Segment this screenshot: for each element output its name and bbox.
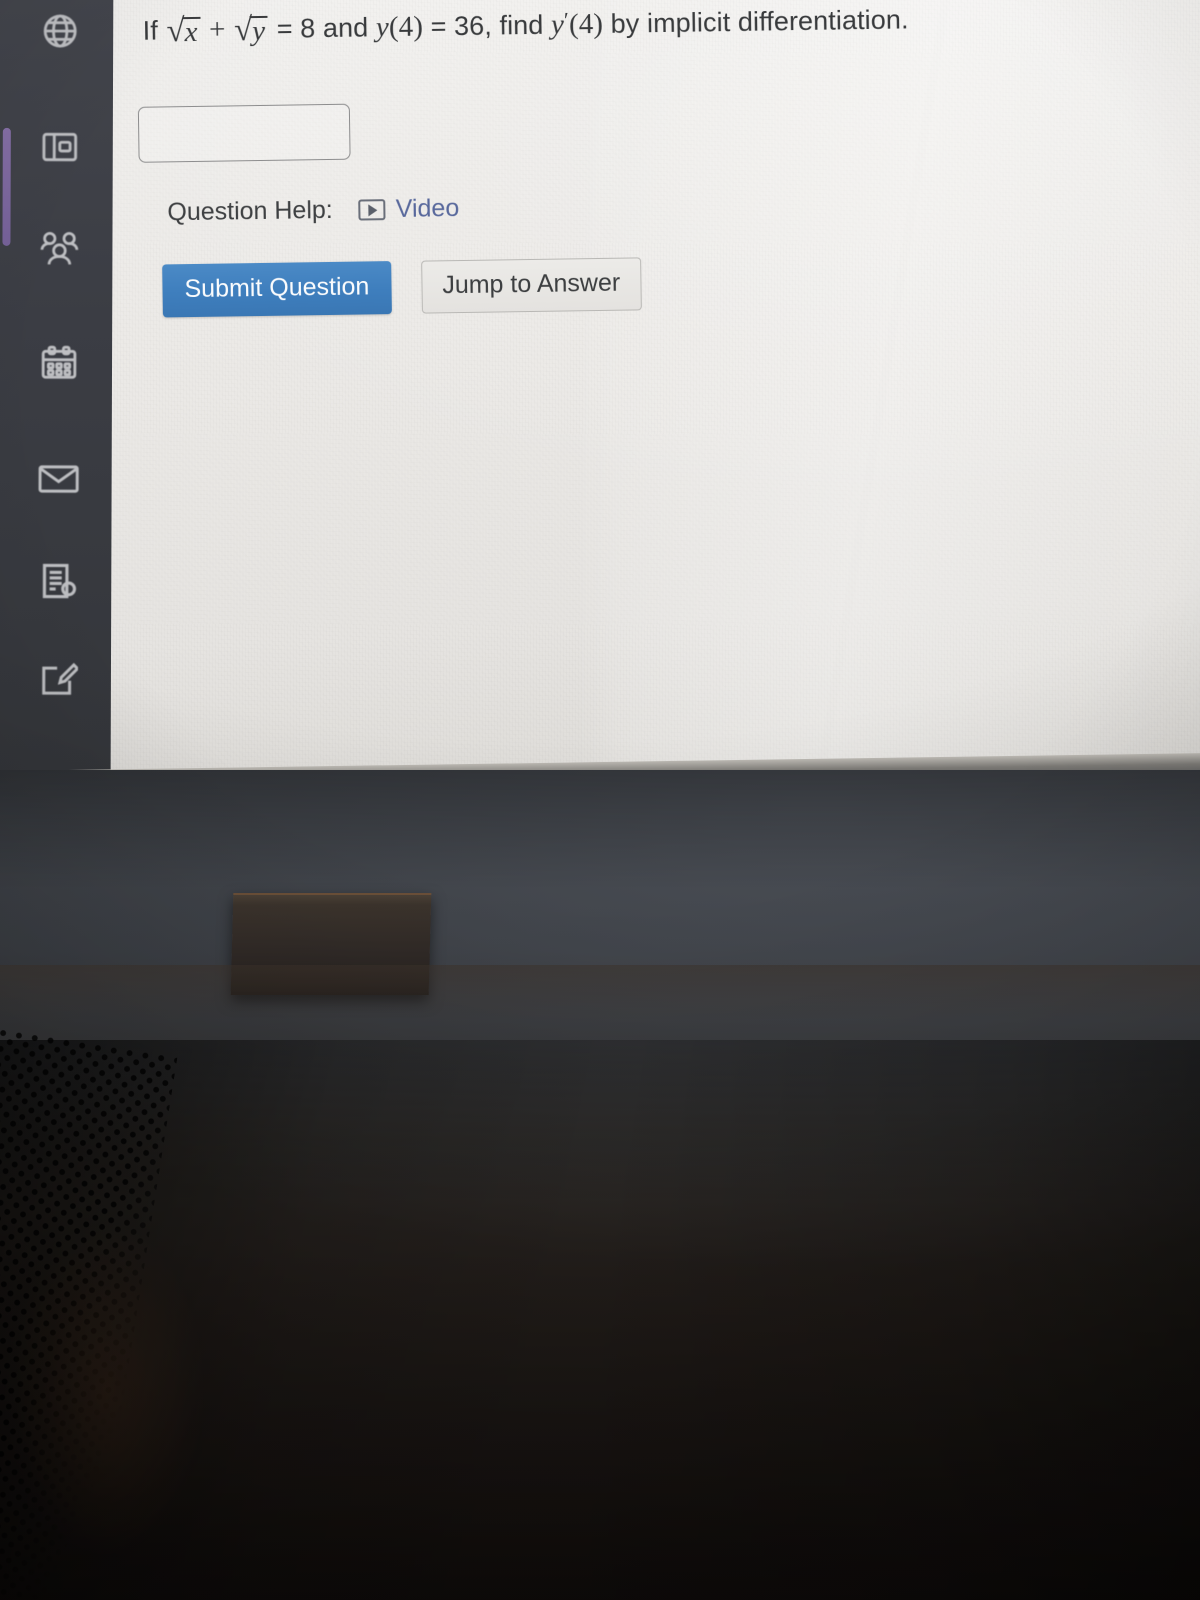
- equation-part-1: = 8 and: [276, 12, 369, 44]
- sidebar-item-mail[interactable]: [30, 450, 88, 508]
- answer-input[interactable]: [137, 103, 351, 163]
- radical-bar-2: [249, 15, 268, 18]
- sqrt-x: √ x: [166, 13, 201, 51]
- jump-to-answer-button[interactable]: Jump to Answer: [420, 257, 642, 314]
- question-prefix: If: [142, 15, 159, 46]
- question-suffix: by implicit differentiation.: [610, 4, 909, 39]
- sidebar-item-people[interactable]: [30, 220, 88, 278]
- sqrt-y: √ y: [233, 12, 269, 50]
- video-link-label: Video: [395, 194, 460, 223]
- radical-bar-1: [182, 16, 201, 19]
- radical-sign-2: √: [233, 12, 253, 49]
- calendar-icon: [39, 345, 79, 381]
- submit-question-button[interactable]: Submit Question: [162, 261, 392, 318]
- play-video-icon: [358, 199, 386, 221]
- sidebar-item-compose[interactable]: [29, 650, 87, 708]
- document-icon: [39, 562, 77, 600]
- sidebar-item-calendar[interactable]: [30, 334, 88, 392]
- sidebar-item-notes[interactable]: [29, 552, 87, 610]
- laptop-screen: If √ x + √ y = 8 and y(4) = 36, find y′(…: [0, 0, 1200, 800]
- photo-of-laptop: If √ x + √ y = 8 and y(4) = 36, find y′(…: [0, 0, 1200, 1600]
- question-help-row: Question Help: Video: [167, 194, 459, 227]
- action-button-row: Submit Question Jump to Answer: [162, 257, 642, 318]
- function-y: y: [375, 11, 390, 44]
- question-help-label: Question Help:: [167, 195, 333, 227]
- argument-4a: (4): [388, 10, 424, 44]
- sidebar-item-globe[interactable]: [31, 2, 89, 60]
- function-y-prime: y: [550, 8, 565, 41]
- compose-icon: [38, 661, 78, 697]
- plus-sign: +: [208, 13, 226, 46]
- sidebar-item-dashboard[interactable]: [31, 118, 89, 176]
- sidebar-active-indicator: [2, 127, 11, 246]
- app-sidebar: [0, 0, 114, 800]
- video-help-link[interactable]: Video: [358, 194, 460, 224]
- equation-part-2: = 36, find: [430, 9, 544, 42]
- group-icon: [38, 230, 80, 268]
- laptop-hinge-riser: [230, 893, 432, 995]
- dashboard-icon: [41, 130, 79, 164]
- radical-sign-1: √: [166, 13, 185, 50]
- globe-icon: [40, 11, 80, 51]
- mail-icon: [38, 463, 80, 495]
- laptop-keyboard: Esc FnLock F1 F2: [0, 1040, 1200, 1600]
- argument-4b: (4): [568, 7, 604, 41]
- radicand-x: x: [184, 15, 198, 49]
- radicand-y: y: [251, 14, 266, 48]
